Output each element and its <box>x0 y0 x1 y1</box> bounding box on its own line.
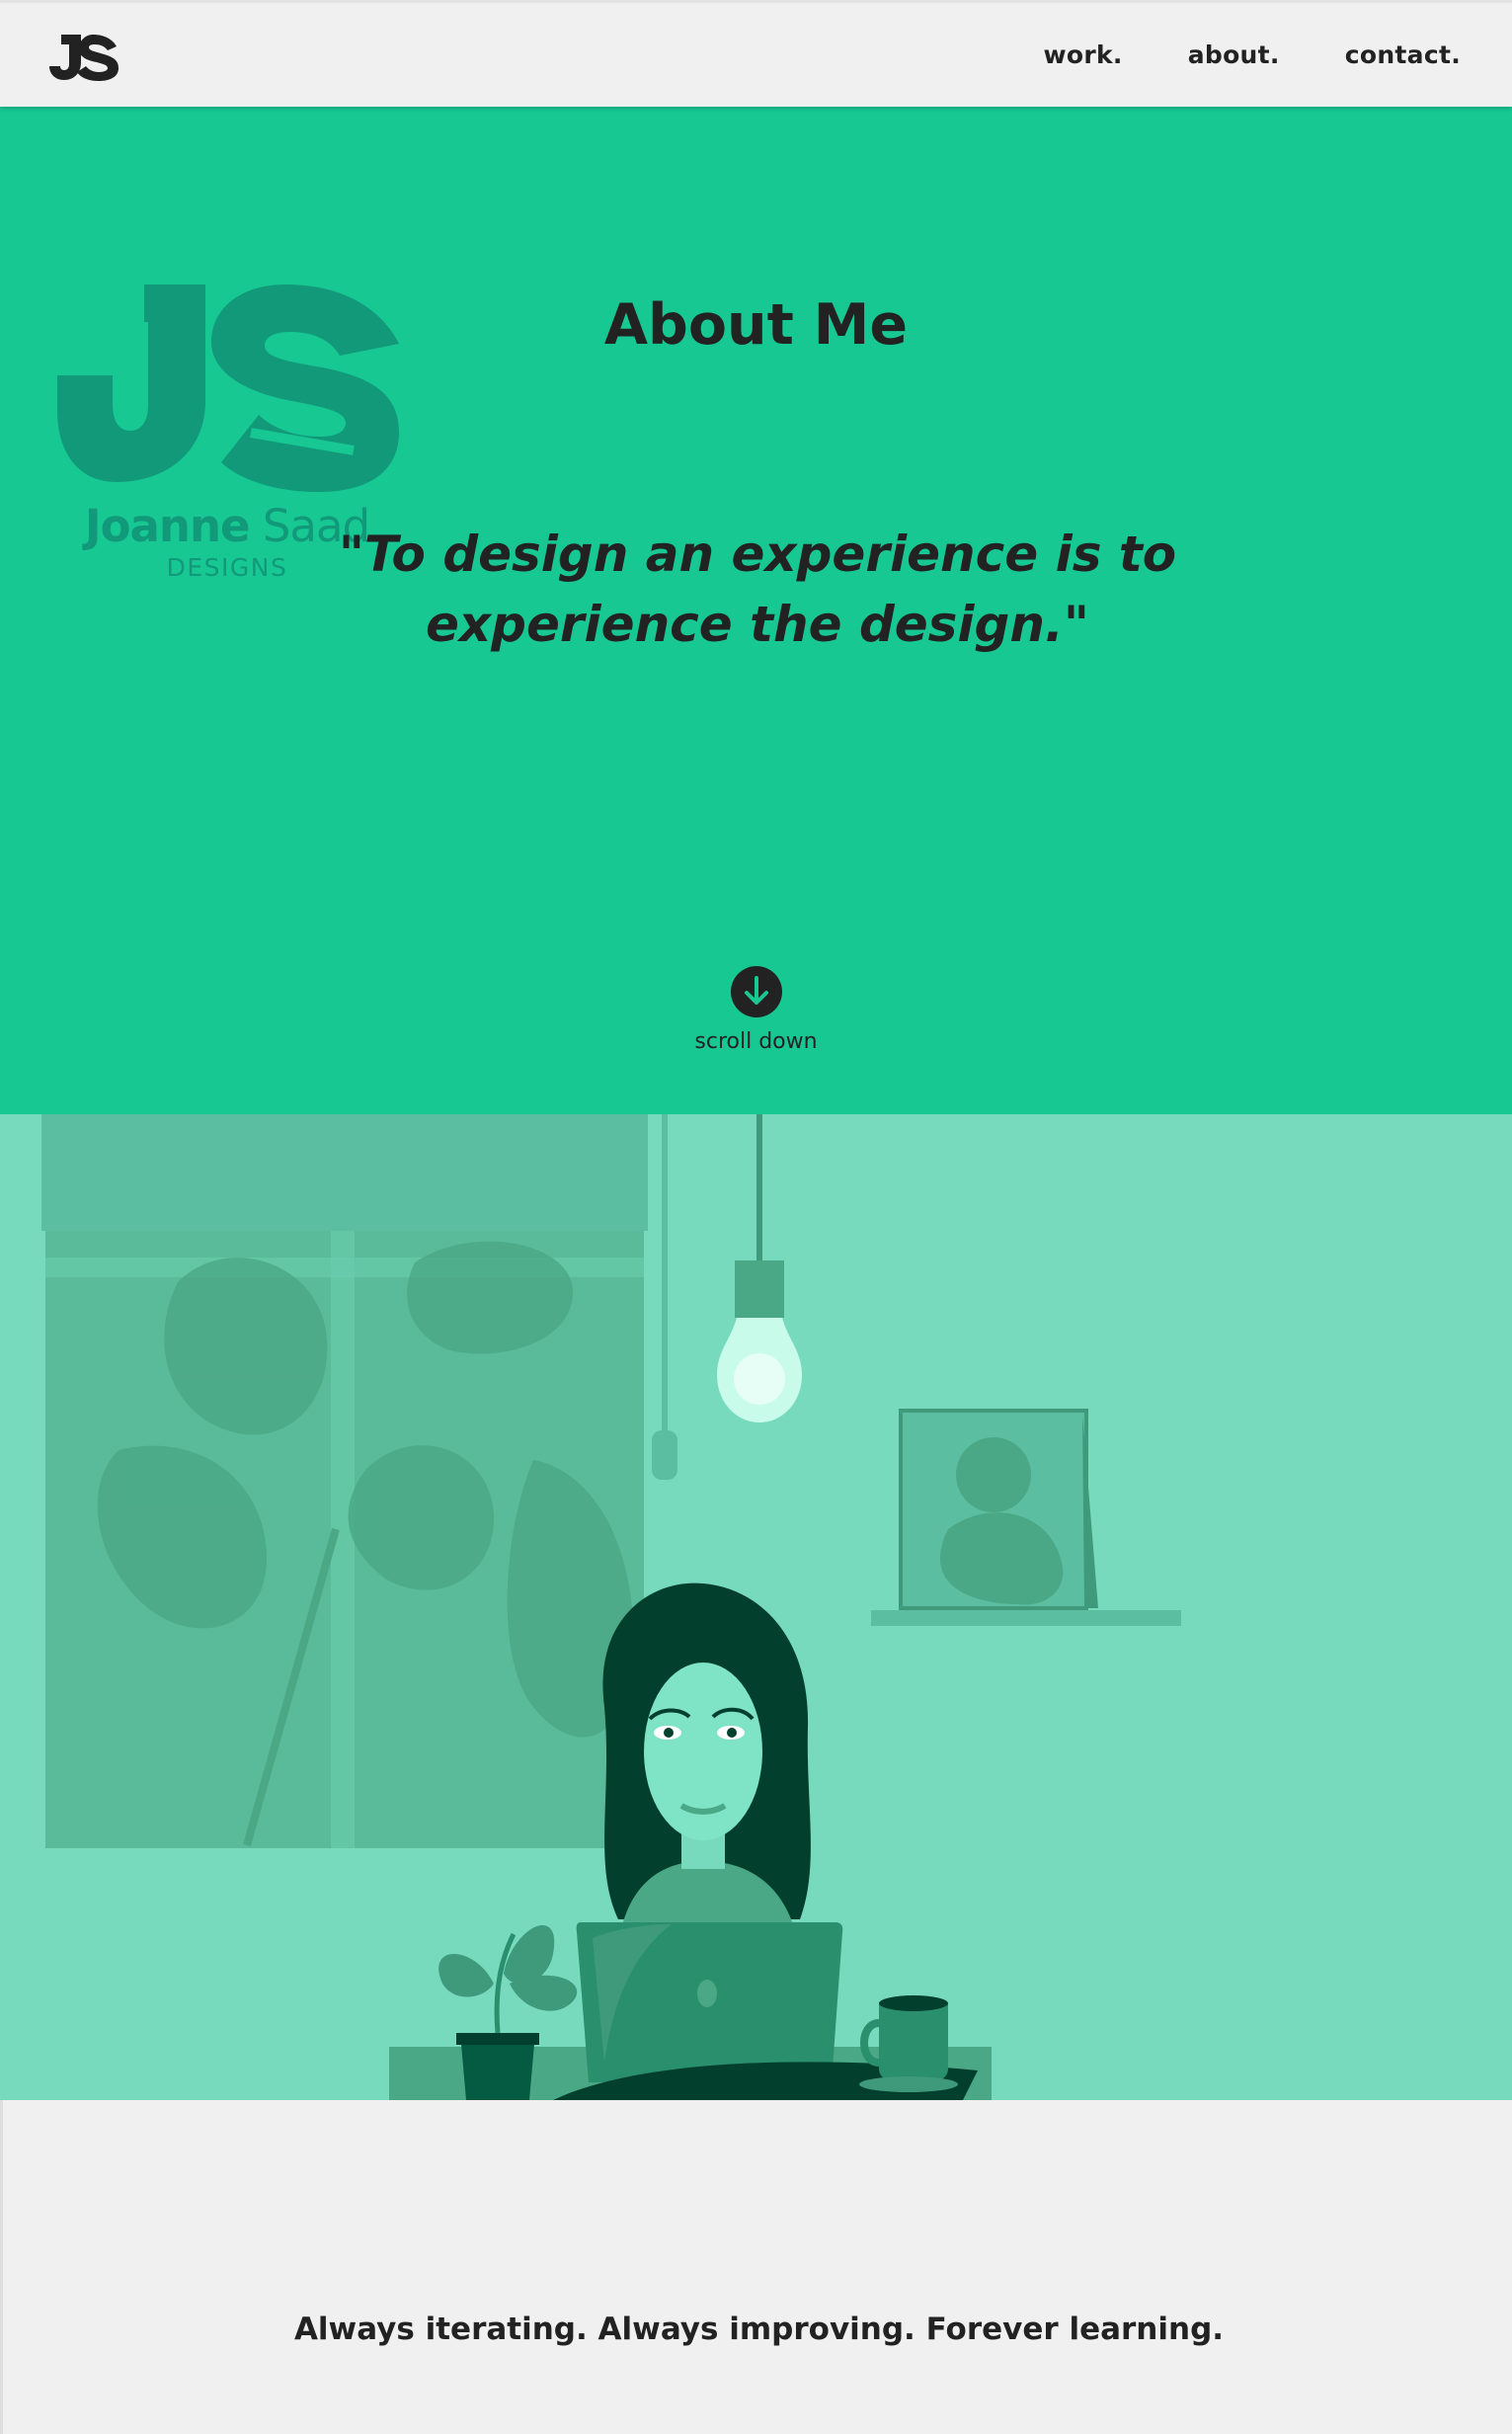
js-logo-icon[interactable] <box>47 29 120 82</box>
scroll-down-label: scroll down <box>694 1029 818 1054</box>
tagline: Always iterating. Always improving. Fore… <box>293 2312 1225 2347</box>
nav-contact-link[interactable]: contact. <box>1345 41 1461 69</box>
main-nav: work. about. contact. <box>1043 41 1461 69</box>
nav-about-link[interactable]: about. <box>1188 41 1280 69</box>
hero-section: Joanne Saad DESIGNS About Me "To design … <box>0 107 1512 1114</box>
designer-at-laptop-illustration <box>0 1114 1512 2100</box>
arrow-down-icon <box>745 976 768 1005</box>
site-header: work. about. contact. <box>0 0 1512 107</box>
brand-first-name: Joanne <box>84 500 251 552</box>
hero-quote: "To design an experience is to experienc… <box>338 526 1177 653</box>
page-title: About Me <box>603 292 909 358</box>
scroll-down-button[interactable] <box>731 966 782 1017</box>
nav-work-link[interactable]: work. <box>1043 41 1122 69</box>
tagline-section: Always iterating. Always improving. Fore… <box>0 2100 1512 2434</box>
